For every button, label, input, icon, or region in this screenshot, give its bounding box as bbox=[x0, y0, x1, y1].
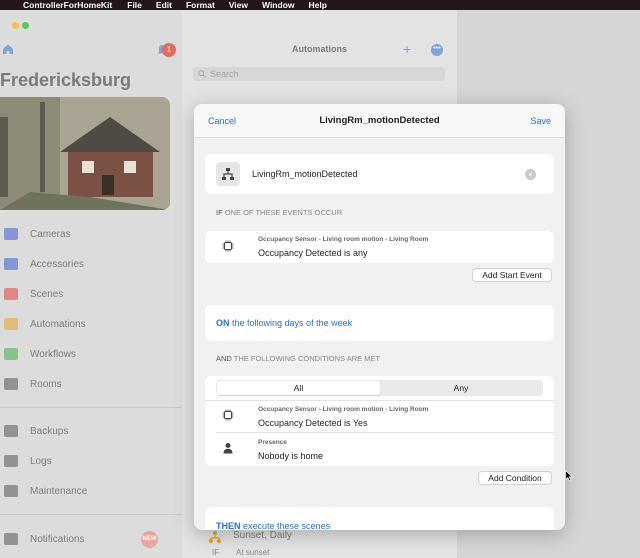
camera-icon bbox=[4, 228, 18, 240]
add-icon[interactable]: + bbox=[403, 41, 411, 57]
mouse-cursor-icon bbox=[565, 470, 573, 482]
sidebar-divider bbox=[0, 514, 182, 515]
days-link[interactable]: ON the following days of the week bbox=[216, 318, 352, 328]
column-title: Automations bbox=[292, 44, 347, 54]
menu-app-name[interactable]: ControllerForHomeKit bbox=[23, 0, 112, 10]
automation-row-title[interactable]: Sunset, Daily bbox=[233, 530, 292, 541]
more-icon[interactable]: ••• bbox=[431, 44, 443, 56]
name-card: LivingRm_motionDetected × bbox=[205, 154, 554, 194]
automation-name-field[interactable]: LivingRm_motionDetected bbox=[252, 169, 358, 179]
automation-icon[interactable] bbox=[216, 162, 240, 186]
person-icon bbox=[223, 443, 233, 454]
menu-help[interactable]: Help bbox=[309, 0, 327, 10]
menu-view[interactable]: View bbox=[229, 0, 248, 10]
automation-editor-sheet: Cancel LivingRm_motionDetected Save Livi… bbox=[194, 104, 565, 530]
if-description: ONE OF THESE EVENTS OCCUR bbox=[224, 208, 343, 217]
notification-badge: 1 bbox=[162, 43, 176, 57]
days-row[interactable]: ON the following days of the week bbox=[205, 305, 554, 341]
conditions-section-label: AND THE FOLLOWING CONDITIONS ARE MET bbox=[216, 354, 380, 363]
sheet-header: Cancel LivingRm_motionDetected Save bbox=[194, 104, 565, 138]
sidebar-item-label: Notifications bbox=[30, 533, 85, 545]
automation-icon bbox=[209, 531, 221, 543]
automations-icon bbox=[4, 318, 18, 330]
on-keyword: ON bbox=[216, 318, 230, 328]
sidebar-item-accessories[interactable]: Accessories bbox=[0, 254, 182, 274]
menu-file[interactable]: File bbox=[127, 0, 142, 10]
search-input[interactable]: Search bbox=[193, 67, 445, 81]
sidebar-item-scenes[interactable]: Scenes bbox=[0, 284, 182, 304]
conditions-card: All Any Occupancy Sensor - Living room m… bbox=[205, 376, 554, 466]
sidebar-item-label: Workflows bbox=[30, 348, 76, 360]
menu-bar: ControllerForHomeKit File Edit Format Vi… bbox=[0, 0, 640, 10]
scenes-icon bbox=[4, 288, 18, 300]
condition-subtitle: Occupancy Sensor - Living room motion - … bbox=[258, 406, 429, 413]
sidebar-item-label: Logs bbox=[30, 455, 52, 467]
sidebar-item-workflows[interactable]: Workflows bbox=[0, 344, 182, 364]
home-name[interactable]: Fredericksburg bbox=[0, 70, 131, 91]
menu-window[interactable]: Window bbox=[262, 0, 295, 10]
event-title: Occupancy Detected is any bbox=[258, 248, 368, 258]
add-start-event-button[interactable]: Add Start Event bbox=[472, 268, 552, 282]
maintenance-icon bbox=[4, 485, 18, 497]
occupancy-sensor-icon bbox=[222, 409, 234, 421]
if-section-label: IF ONE OF THESE EVENTS OCCUR bbox=[216, 208, 342, 217]
save-button[interactable]: Save bbox=[530, 116, 551, 126]
if-keyword: IF bbox=[216, 208, 223, 217]
row-divider bbox=[216, 432, 554, 433]
sheet-title: LivingRm_motionDetected bbox=[319, 115, 440, 126]
sidebar-item-rooms[interactable]: Rooms bbox=[0, 374, 182, 394]
event-subtitle: Occupancy Sensor - Living room motion - … bbox=[258, 236, 429, 243]
minimize-button[interactable] bbox=[12, 22, 19, 29]
conditions-description: THE FOLLOWING CONDITIONS ARE MET bbox=[233, 354, 381, 363]
sidebar-item-label: Cameras bbox=[30, 228, 71, 240]
then-keyword: THEN bbox=[216, 521, 241, 530]
and-keyword: AND bbox=[216, 354, 232, 363]
sidebar-item-label: Accessories bbox=[30, 258, 84, 270]
logs-icon bbox=[4, 455, 18, 467]
sidebar-item-label: Rooms bbox=[30, 378, 62, 390]
row-divider bbox=[205, 400, 554, 401]
window-controls bbox=[12, 22, 29, 29]
home-icon[interactable] bbox=[2, 43, 14, 55]
sidebar-item-cameras[interactable]: Cameras bbox=[0, 224, 182, 244]
sidebar-item-label: Scenes bbox=[30, 288, 64, 300]
condition-subtitle: Presence bbox=[258, 439, 287, 446]
sidebar-item-logs[interactable]: Logs bbox=[0, 451, 182, 471]
condition-title[interactable]: Nobody is home bbox=[258, 451, 323, 461]
zoom-button[interactable] bbox=[22, 22, 29, 29]
sidebar-item-label: Backups bbox=[30, 425, 69, 437]
rooms-icon bbox=[4, 378, 18, 390]
search-icon bbox=[198, 70, 206, 78]
then-row[interactable]: THEN execute these scenes bbox=[205, 507, 554, 530]
condition-title[interactable]: Occupancy Detected is Yes bbox=[258, 418, 368, 428]
automation-row-if: IF bbox=[212, 548, 220, 557]
then-link[interactable]: THEN execute these scenes bbox=[216, 521, 330, 530]
new-badge: NEW bbox=[141, 531, 158, 548]
match-segmented-control[interactable]: All Any bbox=[216, 380, 543, 396]
days-description: the following days of the week bbox=[232, 318, 353, 328]
backups-icon bbox=[4, 425, 18, 437]
event-row[interactable]: Occupancy Sensor - Living room motion - … bbox=[205, 231, 554, 263]
then-description: execute these scenes bbox=[243, 521, 331, 530]
automation-row-subtitle: At sunset bbox=[236, 548, 270, 557]
occupancy-sensor-icon bbox=[222, 240, 234, 252]
segment-any[interactable]: Any bbox=[380, 381, 542, 395]
segment-all[interactable]: All bbox=[217, 381, 380, 395]
workflows-icon bbox=[4, 348, 18, 360]
sidebar: 1 Fredericksburg Cameras Accessories Sce… bbox=[0, 10, 182, 558]
accessories-icon bbox=[4, 258, 18, 270]
search-placeholder: Search bbox=[210, 69, 239, 79]
add-condition-button[interactable]: Add Condition bbox=[478, 471, 552, 485]
clear-icon[interactable]: × bbox=[525, 169, 536, 180]
notifications-icon bbox=[4, 533, 18, 545]
menu-format[interactable]: Format bbox=[186, 0, 215, 10]
sidebar-item-automations[interactable]: Automations bbox=[0, 314, 182, 334]
sidebar-item-label: Automations bbox=[30, 318, 86, 330]
sidebar-item-label: Maintenance bbox=[30, 485, 88, 497]
home-photo bbox=[0, 97, 170, 210]
sidebar-divider bbox=[0, 407, 182, 408]
sidebar-item-backups[interactable]: Backups bbox=[0, 421, 182, 441]
menu-edit[interactable]: Edit bbox=[156, 0, 172, 10]
sidebar-item-maintenance[interactable]: Maintenance bbox=[0, 481, 182, 501]
